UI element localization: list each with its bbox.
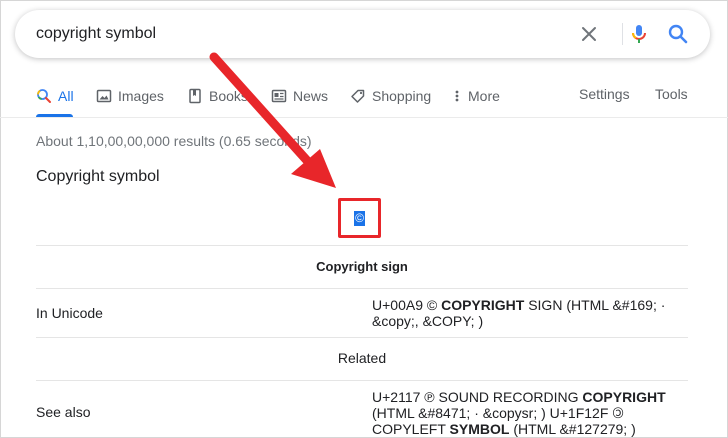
copyright-symbol[interactable]: © xyxy=(354,210,365,226)
tab-news[interactable]: News xyxy=(271,86,328,106)
divider xyxy=(36,288,688,289)
settings-link[interactable]: Settings xyxy=(579,86,630,106)
tab-shopping[interactable]: Shopping xyxy=(350,86,431,106)
book-icon xyxy=(189,88,201,104)
divider xyxy=(36,337,688,338)
more-vert-icon xyxy=(455,90,459,102)
search-divider xyxy=(622,23,623,45)
tabs-divider xyxy=(0,117,728,118)
tab-label: News xyxy=(293,88,329,104)
microphone-icon[interactable] xyxy=(627,22,651,46)
tab-label: Shopping xyxy=(372,88,432,104)
related-heading: Related xyxy=(337,350,387,366)
row-label-unicode: In Unicode xyxy=(36,305,103,321)
close-icon[interactable] xyxy=(577,22,601,46)
row-value-unicode: U+00A9 © COPYRIGHT SIGN (HTML &#169; · &… xyxy=(372,297,666,329)
tab-label: Images xyxy=(118,88,164,104)
tab-more[interactable]: More xyxy=(452,86,500,106)
tag-icon xyxy=(351,89,365,103)
tab-label: More xyxy=(468,88,500,104)
tools-link[interactable]: Tools xyxy=(655,86,688,106)
tab-books[interactable]: Books xyxy=(187,86,248,106)
panel-title: Copyright symbol xyxy=(36,168,160,185)
divider xyxy=(36,380,688,381)
tab-label: Books xyxy=(209,88,248,104)
image-icon xyxy=(96,89,112,103)
table-caption: Copyright sign xyxy=(316,259,408,274)
news-icon xyxy=(271,89,287,103)
search-bar[interactable] xyxy=(15,10,710,58)
row-value-see-also: U+2117 ℗ SOUND RECORDING COPYRIGHT (HTML… xyxy=(372,389,666,437)
result-stats: About 1,10,00,00,000 results (0.65 secon… xyxy=(36,133,312,149)
symbol-highlight-box: © xyxy=(338,198,381,238)
row-label-see-also: See also xyxy=(36,404,91,420)
tab-all[interactable]: All xyxy=(36,86,74,106)
search-icon[interactable] xyxy=(666,22,690,46)
tab-label: All xyxy=(58,88,74,104)
search-input[interactable] xyxy=(36,23,556,45)
tab-images[interactable]: Images xyxy=(96,86,164,106)
divider xyxy=(36,245,688,246)
search-icon xyxy=(37,89,51,103)
